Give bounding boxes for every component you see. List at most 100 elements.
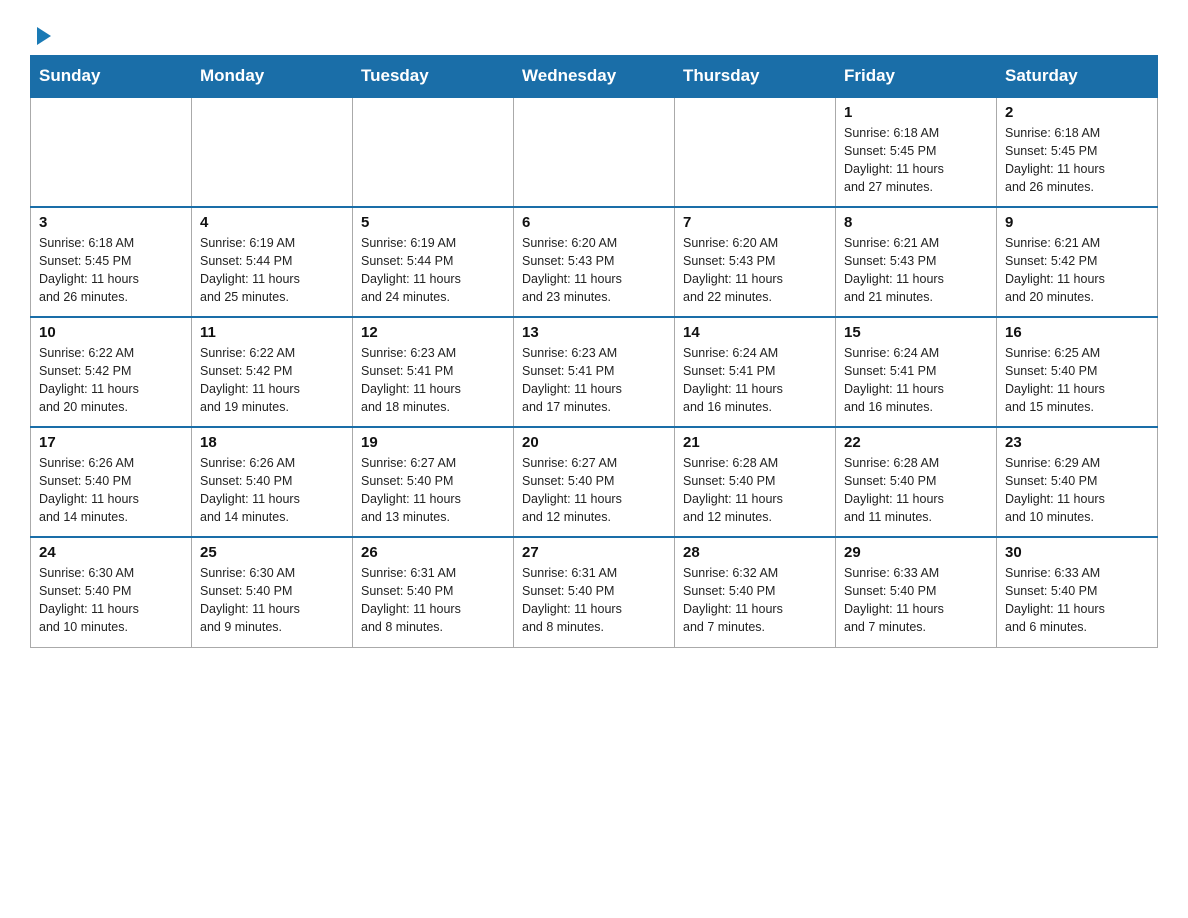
calendar-cell: 11 Sunrise: 6:22 AM Sunset: 5:42 PM Dayli… xyxy=(192,317,353,427)
calendar-cell xyxy=(31,97,192,207)
day-number: 8 xyxy=(844,214,988,231)
day-info: Sunrise: 6:31 AM Sunset: 5:40 PM Dayligh… xyxy=(522,564,666,637)
calendar-cell xyxy=(675,97,836,207)
calendar-cell: 18 Sunrise: 6:26 AM Sunset: 5:40 PM Dayli… xyxy=(192,427,353,537)
day-number: 18 xyxy=(200,434,344,451)
calendar-week-4: 17 Sunrise: 6:26 AM Sunset: 5:40 PM Dayli… xyxy=(31,427,1158,537)
day-info: Sunrise: 6:32 AM Sunset: 5:40 PM Dayligh… xyxy=(683,564,827,637)
calendar-cell: 3 Sunrise: 6:18 AM Sunset: 5:45 PM Daylig… xyxy=(31,207,192,317)
day-number: 6 xyxy=(522,214,666,231)
day-info: Sunrise: 6:27 AM Sunset: 5:40 PM Dayligh… xyxy=(361,454,505,527)
day-number: 12 xyxy=(361,324,505,341)
calendar-cell: 21Sunrise: 6:28 AM Sunset: 5:40 PM Dayli… xyxy=(675,427,836,537)
calendar-cell: 28 Sunrise: 6:32 AM Sunset: 5:40 PM Dayli… xyxy=(675,537,836,647)
day-number: 23 xyxy=(1005,434,1149,451)
day-info: Sunrise: 6:19 AM Sunset: 5:44 PM Dayligh… xyxy=(361,234,505,307)
day-info: Sunrise: 6:20 AM Sunset: 5:43 PM Dayligh… xyxy=(522,234,666,307)
weekday-header-sunday: Sunday xyxy=(31,56,192,98)
day-number: 20 xyxy=(522,434,666,451)
day-number: 5 xyxy=(361,214,505,231)
weekday-header-monday: Monday xyxy=(192,56,353,98)
logo xyxy=(30,20,55,45)
weekday-header-row: SundayMondayTuesdayWednesdayThursdayFrid… xyxy=(31,56,1158,98)
day-number: 27 xyxy=(522,544,666,561)
day-number: 9 xyxy=(1005,214,1149,231)
weekday-header-wednesday: Wednesday xyxy=(514,56,675,98)
calendar-cell: 17 Sunrise: 6:26 AM Sunset: 5:40 PM Dayli… xyxy=(31,427,192,537)
day-number: 17 xyxy=(39,434,183,451)
day-number: 24 xyxy=(39,544,183,561)
page-header xyxy=(30,20,1158,45)
day-info: Sunrise: 6:23 AM Sunset: 5:41 PM Dayligh… xyxy=(361,344,505,417)
day-info: Sunrise: 6:18 AM Sunset: 5:45 PM Dayligh… xyxy=(39,234,183,307)
day-info: Sunrise: 6:24 AM Sunset: 5:41 PM Dayligh… xyxy=(844,344,988,417)
day-info: Sunrise: 6:23 AM Sunset: 5:41 PM Dayligh… xyxy=(522,344,666,417)
calendar-cell: 15 Sunrise: 6:24 AM Sunset: 5:41 PM Dayli… xyxy=(836,317,997,427)
calendar-week-3: 10 Sunrise: 6:22 AM Sunset: 5:42 PM Dayli… xyxy=(31,317,1158,427)
day-info: Sunrise: 6:30 AM Sunset: 5:40 PM Dayligh… xyxy=(39,564,183,637)
day-info: Sunrise: 6:22 AM Sunset: 5:42 PM Dayligh… xyxy=(200,344,344,417)
logo-arrow-icon xyxy=(33,25,55,47)
day-number: 7 xyxy=(683,214,827,231)
weekday-header-friday: Friday xyxy=(836,56,997,98)
day-info: Sunrise: 6:30 AM Sunset: 5:40 PM Dayligh… xyxy=(200,564,344,637)
calendar-cell: 12 Sunrise: 6:23 AM Sunset: 5:41 PM Dayli… xyxy=(353,317,514,427)
calendar-cell: 7 Sunrise: 6:20 AM Sunset: 5:43 PM Daylig… xyxy=(675,207,836,317)
day-number: 14 xyxy=(683,324,827,341)
calendar-cell: 2Sunrise: 6:18 AM Sunset: 5:45 PM Daylig… xyxy=(997,97,1158,207)
calendar-cell: 1Sunrise: 6:18 AM Sunset: 5:45 PM Daylig… xyxy=(836,97,997,207)
day-info: Sunrise: 6:22 AM Sunset: 5:42 PM Dayligh… xyxy=(39,344,183,417)
day-number: 30 xyxy=(1005,544,1149,561)
day-number: 15 xyxy=(844,324,988,341)
day-number: 25 xyxy=(200,544,344,561)
calendar-week-1: 1Sunrise: 6:18 AM Sunset: 5:45 PM Daylig… xyxy=(31,97,1158,207)
day-number: 16 xyxy=(1005,324,1149,341)
calendar-cell: 23 Sunrise: 6:29 AM Sunset: 5:40 PM Dayli… xyxy=(997,427,1158,537)
day-info: Sunrise: 6:26 AM Sunset: 5:40 PM Dayligh… xyxy=(200,454,344,527)
calendar-week-2: 3 Sunrise: 6:18 AM Sunset: 5:45 PM Daylig… xyxy=(31,207,1158,317)
calendar-cell: 19 Sunrise: 6:27 AM Sunset: 5:40 PM Dayli… xyxy=(353,427,514,537)
calendar-week-5: 24 Sunrise: 6:30 AM Sunset: 5:40 PM Dayli… xyxy=(31,537,1158,647)
day-number: 29 xyxy=(844,544,988,561)
weekday-header-saturday: Saturday xyxy=(997,56,1158,98)
weekday-header-tuesday: Tuesday xyxy=(353,56,514,98)
calendar-cell: 9 Sunrise: 6:21 AM Sunset: 5:42 PM Daylig… xyxy=(997,207,1158,317)
calendar-cell: 27 Sunrise: 6:31 AM Sunset: 5:40 PM Dayli… xyxy=(514,537,675,647)
day-number: 13 xyxy=(522,324,666,341)
day-number: 11 xyxy=(200,324,344,341)
day-info: Sunrise: 6:21 AM Sunset: 5:43 PM Dayligh… xyxy=(844,234,988,307)
day-info: Sunrise: 6:24 AM Sunset: 5:41 PM Dayligh… xyxy=(683,344,827,417)
calendar-cell: 29 Sunrise: 6:33 AM Sunset: 5:40 PM Dayli… xyxy=(836,537,997,647)
calendar-cell: 22Sunrise: 6:28 AM Sunset: 5:40 PM Dayli… xyxy=(836,427,997,537)
day-info: Sunrise: 6:31 AM Sunset: 5:40 PM Dayligh… xyxy=(361,564,505,637)
calendar-cell: 10 Sunrise: 6:22 AM Sunset: 5:42 PM Dayli… xyxy=(31,317,192,427)
day-number: 19 xyxy=(361,434,505,451)
day-number: 28 xyxy=(683,544,827,561)
day-number: 26 xyxy=(361,544,505,561)
day-info: Sunrise: 6:20 AM Sunset: 5:43 PM Dayligh… xyxy=(683,234,827,307)
calendar-cell xyxy=(192,97,353,207)
day-info: Sunrise: 6:21 AM Sunset: 5:42 PM Dayligh… xyxy=(1005,234,1149,307)
weekday-header-thursday: Thursday xyxy=(675,56,836,98)
day-info: Sunrise: 6:27 AM Sunset: 5:40 PM Dayligh… xyxy=(522,454,666,527)
day-info: Sunrise: 6:18 AM Sunset: 5:45 PM Dayligh… xyxy=(844,124,988,197)
day-info: Sunrise: 6:25 AM Sunset: 5:40 PM Dayligh… xyxy=(1005,344,1149,417)
calendar-cell: 24 Sunrise: 6:30 AM Sunset: 5:40 PM Dayli… xyxy=(31,537,192,647)
calendar-cell: 6 Sunrise: 6:20 AM Sunset: 5:43 PM Daylig… xyxy=(514,207,675,317)
day-info: Sunrise: 6:19 AM Sunset: 5:44 PM Dayligh… xyxy=(200,234,344,307)
day-number: 3 xyxy=(39,214,183,231)
day-number: 10 xyxy=(39,324,183,341)
day-info: Sunrise: 6:26 AM Sunset: 5:40 PM Dayligh… xyxy=(39,454,183,527)
day-info: Sunrise: 6:28 AM Sunset: 5:40 PM Dayligh… xyxy=(683,454,827,527)
day-number: 22 xyxy=(844,434,988,451)
day-info: Sunrise: 6:33 AM Sunset: 5:40 PM Dayligh… xyxy=(1005,564,1149,637)
calendar-cell: 14 Sunrise: 6:24 AM Sunset: 5:41 PM Dayli… xyxy=(675,317,836,427)
calendar-cell: 13 Sunrise: 6:23 AM Sunset: 5:41 PM Dayli… xyxy=(514,317,675,427)
day-info: Sunrise: 6:33 AM Sunset: 5:40 PM Dayligh… xyxy=(844,564,988,637)
day-number: 4 xyxy=(200,214,344,231)
calendar-cell: 20 Sunrise: 6:27 AM Sunset: 5:40 PM Dayli… xyxy=(514,427,675,537)
day-info: Sunrise: 6:29 AM Sunset: 5:40 PM Dayligh… xyxy=(1005,454,1149,527)
calendar-cell: 30 Sunrise: 6:33 AM Sunset: 5:40 PM Dayli… xyxy=(997,537,1158,647)
day-info: Sunrise: 6:18 AM Sunset: 5:45 PM Dayligh… xyxy=(1005,124,1149,197)
calendar-cell xyxy=(514,97,675,207)
